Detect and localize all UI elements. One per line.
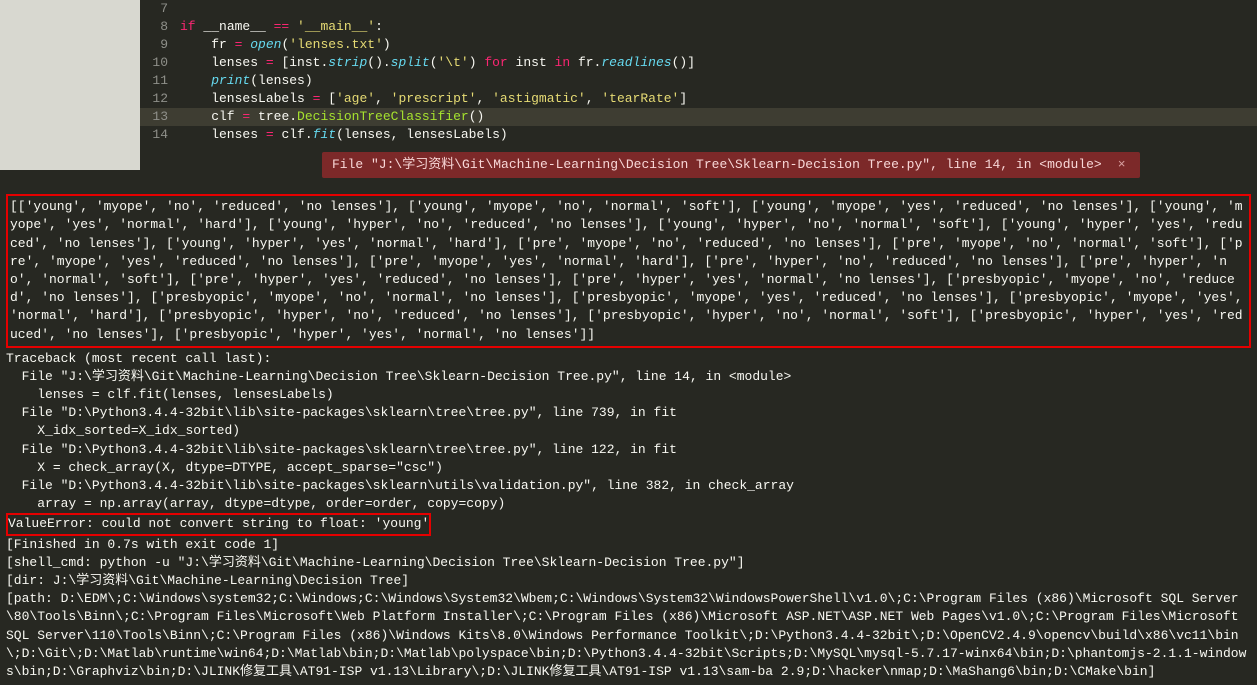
code-line[interactable]: clf = tree.DecisionTreeClassifier() xyxy=(180,108,1257,126)
traceback-line: File "D:\Python3.4.4-32bit\lib\site-pack… xyxy=(6,404,1251,422)
line-number: 7 xyxy=(140,0,180,18)
code-editor[interactable]: 7 8 if __name__ == '__main__': 9 fr = op… xyxy=(140,0,1257,178)
path-line: [path: D:\EDM\;C:\Windows\system32;C:\Wi… xyxy=(6,590,1251,681)
error-message: File "J:\学习资料\Git\Machine-Learning\Decis… xyxy=(332,156,1102,174)
line-number: 13 xyxy=(140,108,180,126)
traceback-line: lenses = clf.fit(lenses, lensesLabels) xyxy=(6,386,1251,404)
code-line[interactable]: print(lenses) xyxy=(180,72,1257,90)
code-line[interactable] xyxy=(180,0,1257,18)
traceback-line: X = check_array(X, dtype=DTYPE, accept_s… xyxy=(6,459,1251,477)
code-line[interactable]: lenses = clf.fit(lenses, lensesLabels) xyxy=(180,126,1257,144)
value-error-line: ValueError: could not convert string to … xyxy=(6,513,431,535)
code-line[interactable]: lenses = [inst.strip().split('\t') for i… xyxy=(180,54,1257,72)
highlight-box-data: [['young', 'myope', 'no', 'reduced', 'no… xyxy=(6,194,1251,348)
output-data-print: [['young', 'myope', 'no', 'reduced', 'no… xyxy=(10,198,1247,344)
line-number: 11 xyxy=(140,72,180,90)
traceback-line: X_idx_sorted=X_idx_sorted) xyxy=(6,422,1251,440)
code-line[interactable]: lensesLabels = ['age', 'prescript', 'ast… xyxy=(180,90,1257,108)
line-number: 9 xyxy=(140,36,180,54)
build-output-panel[interactable]: [['young', 'myope', 'no', 'reduced', 'no… xyxy=(0,190,1257,685)
finished-line: [Finished in 0.7s with exit code 1] xyxy=(6,536,1251,554)
close-icon[interactable]: × xyxy=(1114,156,1130,174)
traceback-line: File "J:\学习资料\Git\Machine-Learning\Decis… xyxy=(6,368,1251,386)
shell-cmd-line: [shell_cmd: python -u "J:\学习资料\Git\Machi… xyxy=(6,554,1251,572)
code-line[interactable]: fr = open('lenses.txt') xyxy=(180,36,1257,54)
line-number: 10 xyxy=(140,54,180,72)
traceback-line: File "D:\Python3.4.4-32bit\lib\site-pack… xyxy=(6,477,1251,495)
traceback-line: File "D:\Python3.4.4-32bit\lib\site-pack… xyxy=(6,441,1251,459)
code-line[interactable]: if __name__ == '__main__': xyxy=(180,18,1257,36)
editor-area: 7 8 if __name__ == '__main__': 9 fr = op… xyxy=(0,0,1257,178)
minimap-sidebar[interactable] xyxy=(0,0,140,170)
line-number: 14 xyxy=(140,126,180,144)
line-number: 8 xyxy=(140,18,180,36)
dir-line: [dir: J:\学习资料\Git\Machine-Learning\Decis… xyxy=(6,572,1251,590)
line-number: 12 xyxy=(140,90,180,108)
traceback-header: Traceback (most recent call last): xyxy=(6,350,1251,368)
error-notification-bar: File "J:\学习资料\Git\Machine-Learning\Decis… xyxy=(322,152,1140,178)
traceback-line: array = np.array(array, dtype=dtype, ord… xyxy=(6,495,1251,513)
